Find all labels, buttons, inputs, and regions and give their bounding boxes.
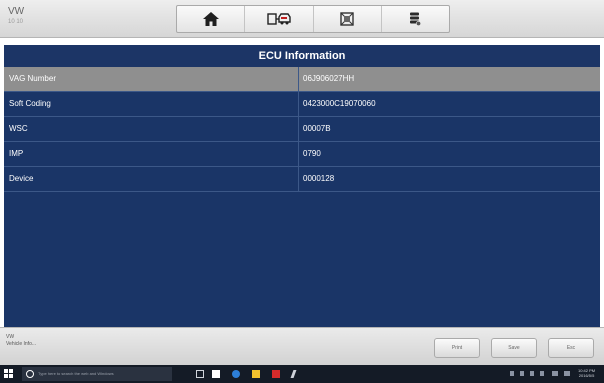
table-row[interactable]: Device 0000128 — [4, 167, 600, 192]
status-line-2: Vehicle Info... — [6, 341, 37, 347]
table-row[interactable]: IMP 0790 — [4, 142, 600, 167]
vehicle-swap-icon — [267, 13, 291, 25]
row-label: Device — [4, 167, 299, 191]
home-button[interactable] — [177, 6, 246, 32]
data-logging-button[interactable] — [382, 6, 449, 32]
app-header: VW 10 10 — [0, 0, 604, 38]
tool-taskbar-icon[interactable] — [290, 370, 297, 378]
search-placeholder: Type here to search the web and Windows — [38, 371, 114, 376]
keyboard-icon[interactable] — [552, 371, 558, 376]
cortana-icon — [26, 370, 34, 378]
row-label: WSC — [4, 117, 299, 141]
esc-button[interactable]: Esc — [548, 338, 594, 358]
function-bar: VW Vehicle Info... Print Save Esc — [0, 327, 604, 365]
row-value: 0790 — [303, 149, 321, 158]
top-toolbar — [176, 5, 450, 33]
status-text: VW Vehicle Info... — [6, 334, 36, 348]
edge-browser-icon[interactable] — [232, 370, 240, 378]
vehicle-info: VW 10 10 — [8, 6, 24, 25]
row-value: 0000128 — [303, 174, 335, 183]
table-row[interactable]: VAG Number 06J906027HH — [4, 67, 600, 92]
home-icon — [202, 12, 219, 26]
taskbar-search-input[interactable]: Type here to search the web and Windows — [22, 367, 172, 381]
ecu-info-table: VAG Number 06J906027HH Soft Coding 04230… — [4, 67, 600, 327]
table-row[interactable]: WSC 00007B — [4, 117, 600, 142]
save-button[interactable]: Save — [491, 338, 537, 358]
tray-chevron-icon[interactable] — [510, 371, 514, 376]
network-icon[interactable] — [520, 371, 524, 376]
row-label: Soft Coding — [4, 92, 299, 116]
status-line-1: VW — [6, 334, 15, 340]
vehicle-sub: 10 10 — [8, 19, 24, 25]
app-taskbar-icon[interactable] — [272, 370, 280, 378]
task-view-icon[interactable] — [196, 370, 204, 378]
action-center-icon[interactable] — [564, 371, 570, 376]
vehicle-swap-button[interactable] — [245, 6, 314, 32]
screenshot-icon — [340, 12, 354, 26]
windows-taskbar: Type here to search the web and Windows … — [0, 365, 604, 383]
data-logging-icon — [410, 12, 422, 26]
taskbar-clock[interactable]: 10:42 PM 2016/5/5 — [578, 368, 595, 378]
row-value: 00007B — [303, 124, 331, 133]
row-value: 06J906027HH — [303, 74, 355, 83]
row-label: IMP — [4, 142, 299, 166]
screenshot-button[interactable] — [314, 6, 382, 32]
table-row[interactable]: Soft Coding 0423000C19070060 — [4, 92, 600, 117]
battery-icon[interactable] — [540, 371, 544, 376]
row-label: VAG Number — [4, 67, 299, 91]
print-button[interactable]: Print — [434, 338, 480, 358]
volume-icon[interactable] — [530, 371, 534, 376]
file-explorer-icon[interactable] — [252, 370, 260, 378]
vehicle-make: VW — [8, 6, 25, 17]
windows-start-icon[interactable] — [4, 369, 14, 379]
page-title: ECU Information — [4, 45, 600, 67]
clock-date: 2016/5/5 — [578, 373, 595, 378]
row-value: 0423000C19070060 — [303, 99, 376, 108]
store-icon[interactable] — [212, 370, 220, 378]
